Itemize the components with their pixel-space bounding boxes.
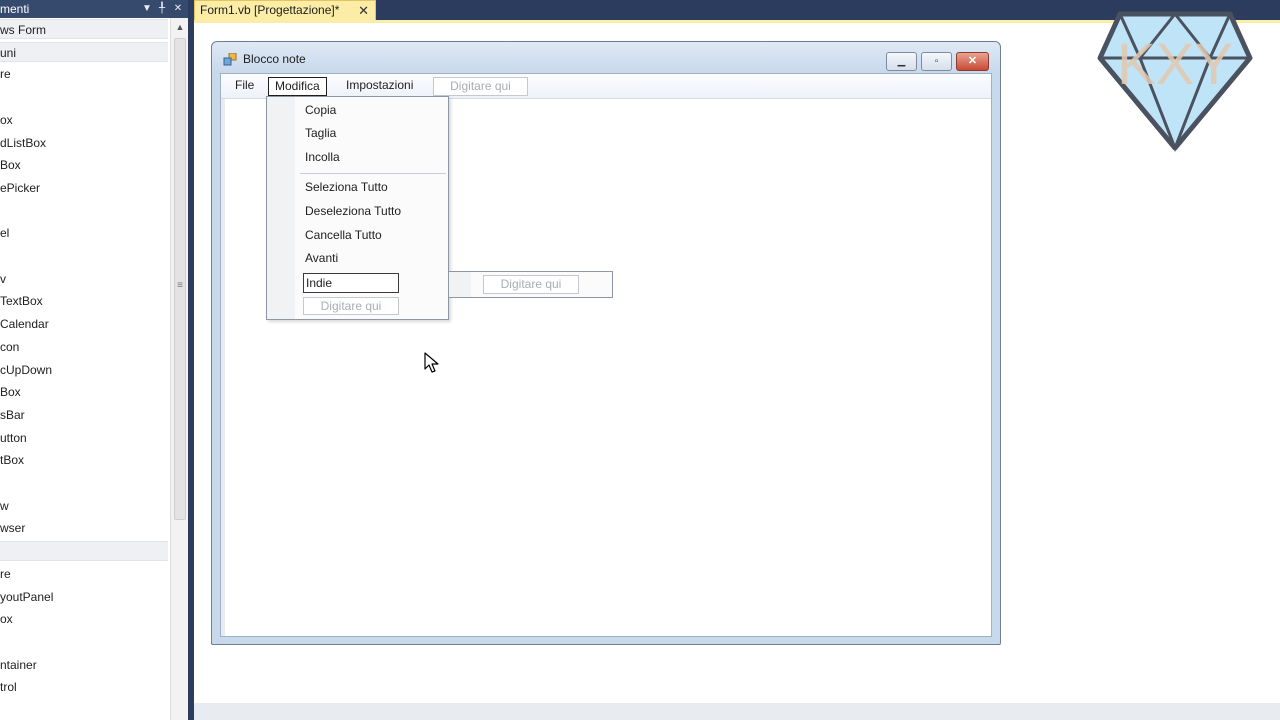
tab-label: Form1.vb [Progettazione]* — [200, 3, 340, 17]
toolbox-list: ws Form uni re ox dListBox Box ePicker el v TextB… — [0, 18, 170, 720]
toolbox-group-header[interactable]: ws Form — [0, 19, 168, 39]
menu-item-edit-field[interactable]: Indie — [303, 273, 399, 293]
menu-item-cancella-tutto[interactable]: Cancella Tutto — [305, 226, 382, 244]
menu-impostazioni[interactable]: Impostazioni — [340, 77, 419, 96]
pin-icon[interactable]: ╀ — [155, 0, 169, 18]
toolbox-header: menti ▼ ╀ ✕ — [0, 0, 190, 18]
toolbox-title: menti — [0, 2, 30, 16]
menu-modifica[interactable]: Modifica — [268, 77, 327, 96]
form-app-icon — [223, 53, 237, 66]
toolbox-item[interactable]: dListBox — [0, 133, 168, 153]
toolbox-item[interactable]: ox — [0, 110, 168, 130]
menu-item-deseleziona-tutto[interactable]: Deseleziona Tutto — [305, 202, 401, 220]
form-titlebar[interactable]: Blocco note ▁ ▫ ✕ — [212, 42, 1000, 74]
toolbox-item[interactable] — [0, 473, 168, 493]
logo-text: KXY — [1117, 32, 1233, 97]
submenu-stub: Digitare qui — [449, 271, 613, 298]
toolbox-item[interactable]: v — [0, 269, 168, 289]
toolbox-item[interactable] — [0, 201, 168, 221]
dropdown-gutter — [267, 97, 295, 319]
maximize-icon: ▫ — [934, 56, 939, 67]
toolbox-item[interactable]: wser — [0, 518, 168, 538]
minimize-icon: ▁ — [897, 56, 906, 67]
menu-item-incolla[interactable]: Incolla — [305, 148, 340, 166]
toolbox-item[interactable]: re — [0, 564, 168, 584]
toolbox-item[interactable]: ntainer — [0, 655, 168, 675]
toolbox-item[interactable]: sBar — [0, 405, 168, 425]
toolbox-item[interactable]: cUpDown — [0, 360, 168, 380]
tab-form1-design[interactable]: Form1.vb [Progettazione]* ✕ — [194, 0, 376, 20]
toolbox-group-header[interactable] — [0, 541, 168, 561]
form-title: Blocco note — [243, 52, 306, 66]
tab-close-icon[interactable]: ✕ — [358, 1, 369, 20]
close-button[interactable]: ✕ — [956, 52, 989, 71]
toolbox-scrollbar[interactable]: ▲ ≡ — [170, 18, 188, 720]
toolbox-item[interactable]: utton — [0, 428, 168, 448]
toolbox-item[interactable]: Box — [0, 155, 168, 175]
toolbox-item[interactable]: TextBox — [0, 291, 168, 311]
mouse-cursor-icon — [424, 352, 439, 373]
menu-item-seleziona-tutto[interactable]: Seleziona Tutto — [305, 178, 388, 196]
menu-type-here-placeholder[interactable]: Digitare qui — [303, 297, 399, 315]
toolbox-panel: menti ▼ ╀ ✕ ws Form uni re ox dListBox Box ePi… — [0, 0, 190, 720]
toolbox-item[interactable] — [0, 246, 168, 266]
toolbox-item[interactable]: re — [0, 64, 168, 84]
menu-item-avanti[interactable]: Avanti — [305, 249, 338, 267]
menu-separator — [300, 173, 446, 174]
scroll-up-icon[interactable]: ▲ — [171, 22, 189, 32]
submenu-type-here-placeholder[interactable]: Digitare qui — [483, 275, 579, 294]
close-icon[interactable]: ✕ — [171, 0, 185, 18]
submenu-gutter — [449, 272, 471, 297]
toolbox-item[interactable]: tBox — [0, 450, 168, 470]
menu-type-here-placeholder[interactable]: Digitare qui — [433, 77, 528, 96]
menu-item-copia[interactable]: Copia — [305, 101, 336, 119]
toolbox-item[interactable]: youtPanel — [0, 587, 168, 607]
toolbox-group-header[interactable]: uni — [0, 42, 168, 62]
toolbox-item[interactable]: w — [0, 496, 168, 516]
scroll-thumb[interactable] — [174, 38, 186, 520]
design-surface-bottom-bar — [194, 703, 1280, 720]
toolbox-item[interactable] — [0, 87, 168, 107]
toolbox-item[interactable]: Calendar — [0, 314, 168, 334]
menu-file[interactable]: File — [229, 77, 260, 96]
toolbox-item[interactable]: ox — [0, 609, 168, 629]
maximize-button[interactable]: ▫ — [921, 52, 952, 71]
toolbox-item[interactable]: ePicker — [0, 178, 168, 198]
toolbox-item[interactable]: Box — [0, 382, 168, 402]
scroll-grip-icon: ≡ — [177, 280, 183, 291]
text-area-edge — [221, 99, 225, 636]
kxy-diamond-logo: KXY — [1097, 11, 1253, 152]
toolbox-item[interactable] — [0, 632, 168, 652]
toolbox-item[interactable]: el — [0, 223, 168, 243]
toolbox-item[interactable]: con — [0, 337, 168, 357]
close-icon: ✕ — [967, 55, 978, 67]
menu-item-taglia[interactable]: Taglia — [305, 124, 336, 142]
toolbox-item[interactable]: trol — [0, 677, 168, 697]
modifica-dropdown-menu: Copia Taglia Incolla Seleziona Tutto Des… — [266, 96, 449, 320]
minimize-button[interactable]: ▁ — [886, 52, 917, 71]
dropdown-arrow-icon[interactable]: ▼ — [140, 0, 154, 18]
